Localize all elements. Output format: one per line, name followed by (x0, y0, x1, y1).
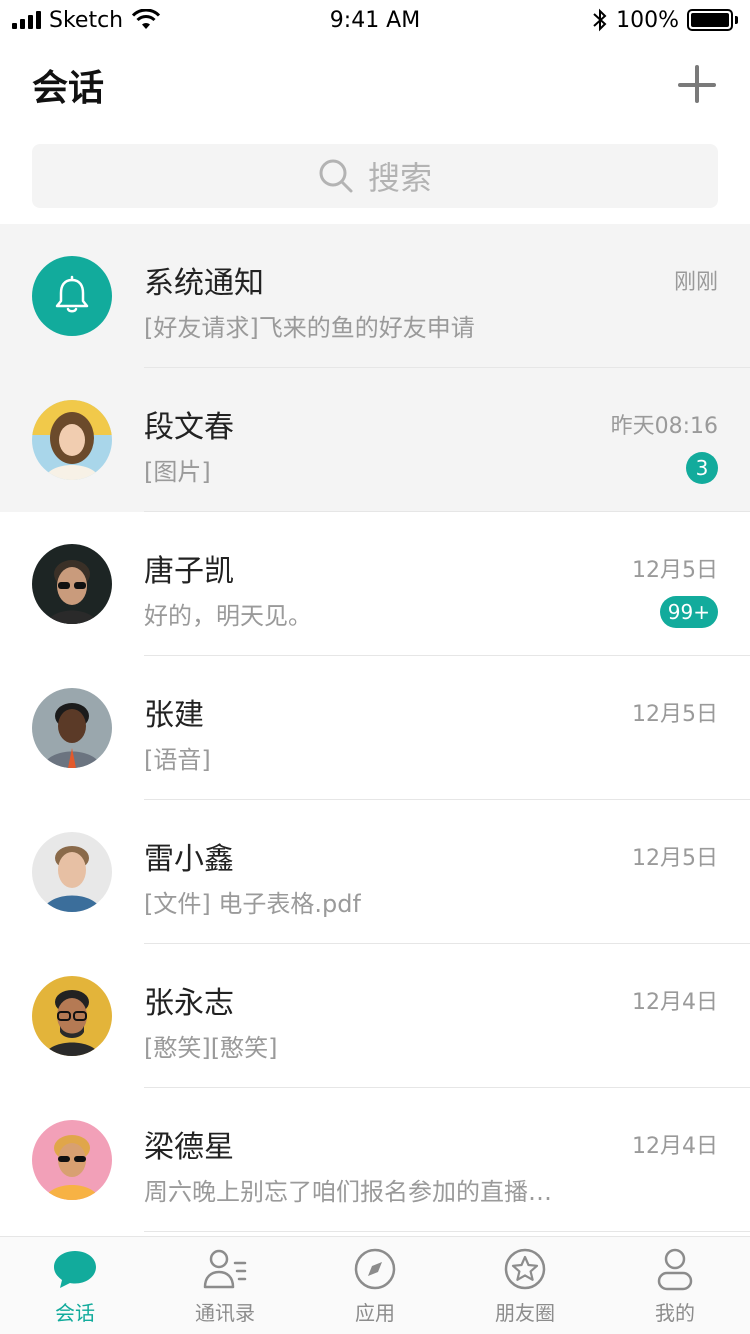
avatar (32, 832, 112, 912)
status-left: Sketch (12, 8, 161, 33)
signal-icon (12, 11, 41, 29)
tab-label: 会话 (55, 1301, 95, 1325)
wifi-icon (132, 9, 161, 29)
page-title: 会话 (32, 68, 105, 109)
avatar (32, 976, 112, 1056)
conversation-time: 昨天08:16 (610, 414, 718, 439)
search-placeholder: 搜索 (367, 159, 432, 197)
conversation-preview: [好友请求]飞来的鱼的好友申请 (144, 314, 475, 342)
avatar (32, 688, 112, 768)
search-icon (319, 159, 353, 193)
conversation-preview: [文件] 电子表格.pdf (144, 890, 361, 918)
avatar (32, 1120, 112, 1200)
tab-contacts[interactable]: 通讯录 (150, 1237, 300, 1334)
conversation-row[interactable]: 梁德星 周六晚上别忘了咱们报名参加的直播… 12月4日 (0, 1088, 750, 1232)
tab-label: 我的 (655, 1301, 695, 1325)
tab-me[interactable]: 我的 (600, 1237, 750, 1334)
avatar (32, 256, 112, 336)
conversation-name: 梁德星 (144, 1130, 234, 1165)
unread-badge: 99+ (659, 596, 718, 628)
battery-percent: 100% (616, 7, 679, 33)
tab-label: 应用 (355, 1301, 395, 1325)
conversation-row-system[interactable]: 系统通知 [好友请求]飞来的鱼的好友申请 刚刚 (0, 224, 750, 368)
plus-icon[interactable] (678, 65, 718, 105)
contacts-icon (203, 1249, 247, 1289)
conversation-row[interactable]: 张建 [语音] 12月5日 (0, 656, 750, 800)
tab-label: 通讯录 (195, 1301, 255, 1325)
search-bar[interactable]: 搜索 (32, 144, 718, 208)
conversation-time: 12月4日 (632, 1134, 718, 1159)
compass-icon (354, 1248, 396, 1290)
conversation-row[interactable]: 唐子凯 好的，明天见。 12月5日 99+ (0, 512, 750, 656)
row-divider (144, 1231, 750, 1232)
conversation-name: 系统通知 (144, 266, 264, 301)
conversation-preview: [语音] (144, 746, 211, 774)
conversation-name: 雷小鑫 (144, 842, 234, 877)
conversation-name: 张永志 (144, 986, 234, 1021)
carrier-label: Sketch (49, 7, 124, 33)
tab-moments[interactable]: 朋友圈 (450, 1237, 600, 1334)
avatar (32, 400, 112, 480)
conversation-time: 刚刚 (673, 270, 718, 295)
conversation-row[interactable]: 雷小鑫 [文件] 电子表格.pdf 12月5日 (0, 800, 750, 944)
conversation-preview: [图片] (144, 458, 211, 486)
tab-chats[interactable]: 会话 (0, 1237, 150, 1334)
unread-badge: 3 (686, 452, 718, 484)
conversation-preview: [憨笑][憨笑] (144, 1034, 278, 1062)
conversation-row[interactable]: 段文春 [图片] 昨天08:16 3 (0, 368, 750, 512)
tab-bar: 会话 通讯录 应用 朋友圈 我的 (0, 1236, 750, 1334)
conversation-time: 12月5日 (632, 558, 718, 583)
star-icon (504, 1248, 546, 1290)
conversation-preview: 周六晚上别忘了咱们报名参加的直播… (144, 1178, 552, 1206)
header: 会话 (0, 40, 750, 130)
status-right: 100% (592, 8, 738, 33)
status-bar: Sketch 9:41 AM 100% (0, 0, 750, 40)
bell-icon (55, 275, 89, 313)
conversation-row[interactable]: 张永志 [憨笑][憨笑] 12月4日 (0, 944, 750, 1088)
tab-label: 朋友圈 (495, 1301, 555, 1325)
conversation-name: 张建 (144, 698, 204, 733)
bluetooth-icon (593, 8, 607, 32)
avatar (32, 544, 112, 624)
conversation-list: 系统通知 [好友请求]飞来的鱼的好友申请 刚刚 段文春 [图片] 昨天08:16… (0, 224, 750, 1232)
conversation-name: 唐子凯 (144, 554, 234, 589)
conversation-time: 12月5日 (632, 846, 718, 871)
battery-icon (687, 9, 738, 31)
person-icon (657, 1248, 693, 1291)
chat-bubble-icon (54, 1251, 96, 1288)
conversation-name: 段文春 (144, 410, 234, 445)
conversation-time: 12月5日 (632, 702, 718, 727)
conversation-preview: 好的，明天见。 (144, 602, 312, 630)
tab-apps[interactable]: 应用 (300, 1237, 450, 1334)
conversation-time: 12月4日 (632, 990, 718, 1015)
